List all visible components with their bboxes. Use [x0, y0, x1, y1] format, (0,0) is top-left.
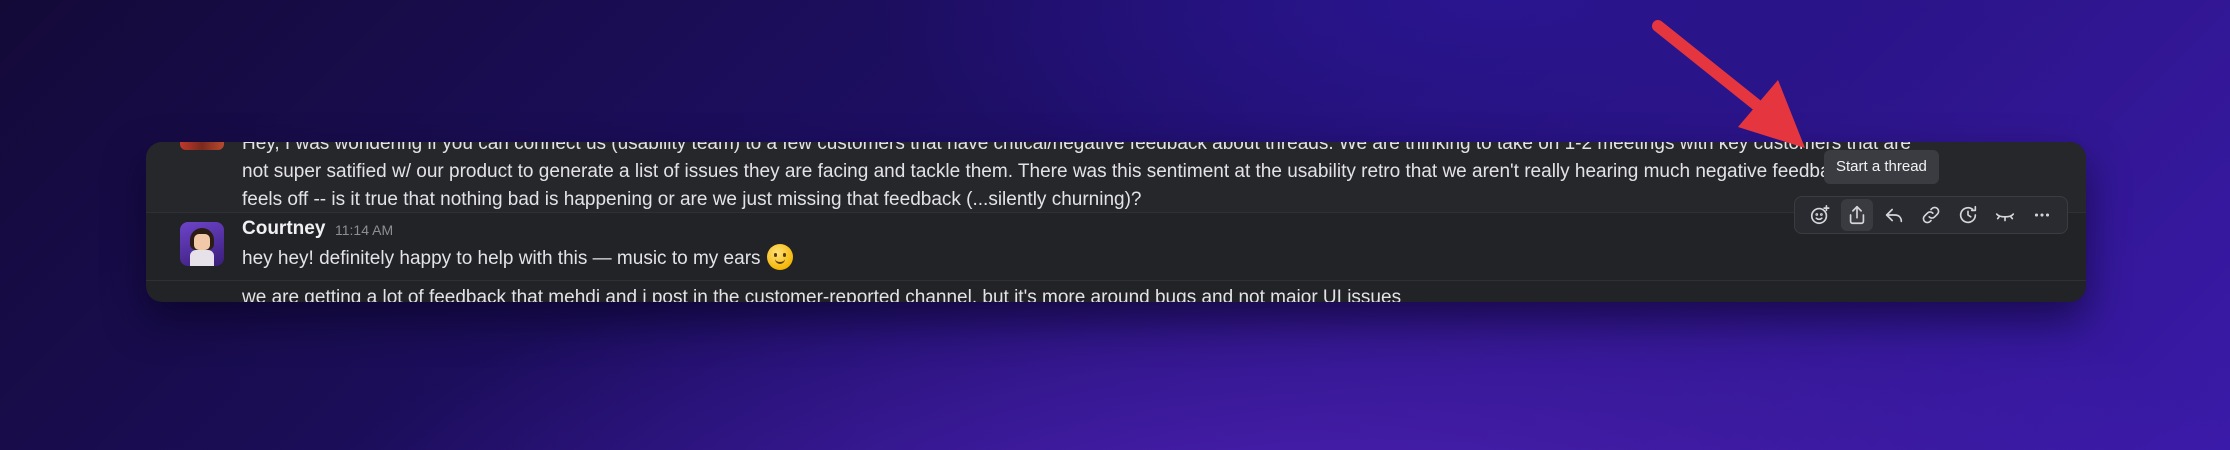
- more-actions-button[interactable]: [2026, 199, 2058, 231]
- avatar[interactable]: [180, 222, 224, 266]
- tooltip: Start a thread: [1824, 150, 1939, 184]
- more-icon: [2035, 213, 2050, 217]
- message-line: feels off -- is it true that nothing bad…: [242, 189, 1142, 210]
- message-text: hey hey! definitely happy to help with t…: [242, 248, 761, 269]
- avatar-partial: [180, 142, 224, 150]
- add-reaction-button[interactable]: [1804, 199, 1836, 231]
- message-actions-toolbar: [1794, 196, 2068, 234]
- row-divider: [146, 280, 2086, 281]
- message-author[interactable]: Courtney: [242, 218, 325, 240]
- share-icon: [1849, 205, 1864, 225]
- message-body: hey hey! definitely happy to help with t…: [242, 244, 793, 273]
- remind-icon: [1960, 205, 1977, 224]
- slightly-smiling-face-emoji-icon: [766, 244, 793, 270]
- message-timestamp[interactable]: 11:14 AM: [335, 222, 393, 238]
- copy-link-button[interactable]: [1915, 199, 1947, 231]
- message-line: not super satified w/ our product to gen…: [242, 161, 1924, 182]
- message-line: we are getting a lot of feedback that me…: [242, 287, 1402, 302]
- start-thread-button[interactable]: [1840, 199, 1873, 231]
- message-line: Hey, I was wondering if you can connect …: [242, 142, 1911, 154]
- remind-button[interactable]: [1952, 199, 1984, 231]
- reply-icon: [1885, 208, 1903, 223]
- link-icon: [1922, 206, 1940, 224]
- mark-unread-icon: [1996, 213, 2015, 222]
- reply-button[interactable]: [1878, 199, 1910, 231]
- add-reaction-icon: [1810, 205, 1830, 225]
- mark-unread-button[interactable]: [1989, 199, 2021, 231]
